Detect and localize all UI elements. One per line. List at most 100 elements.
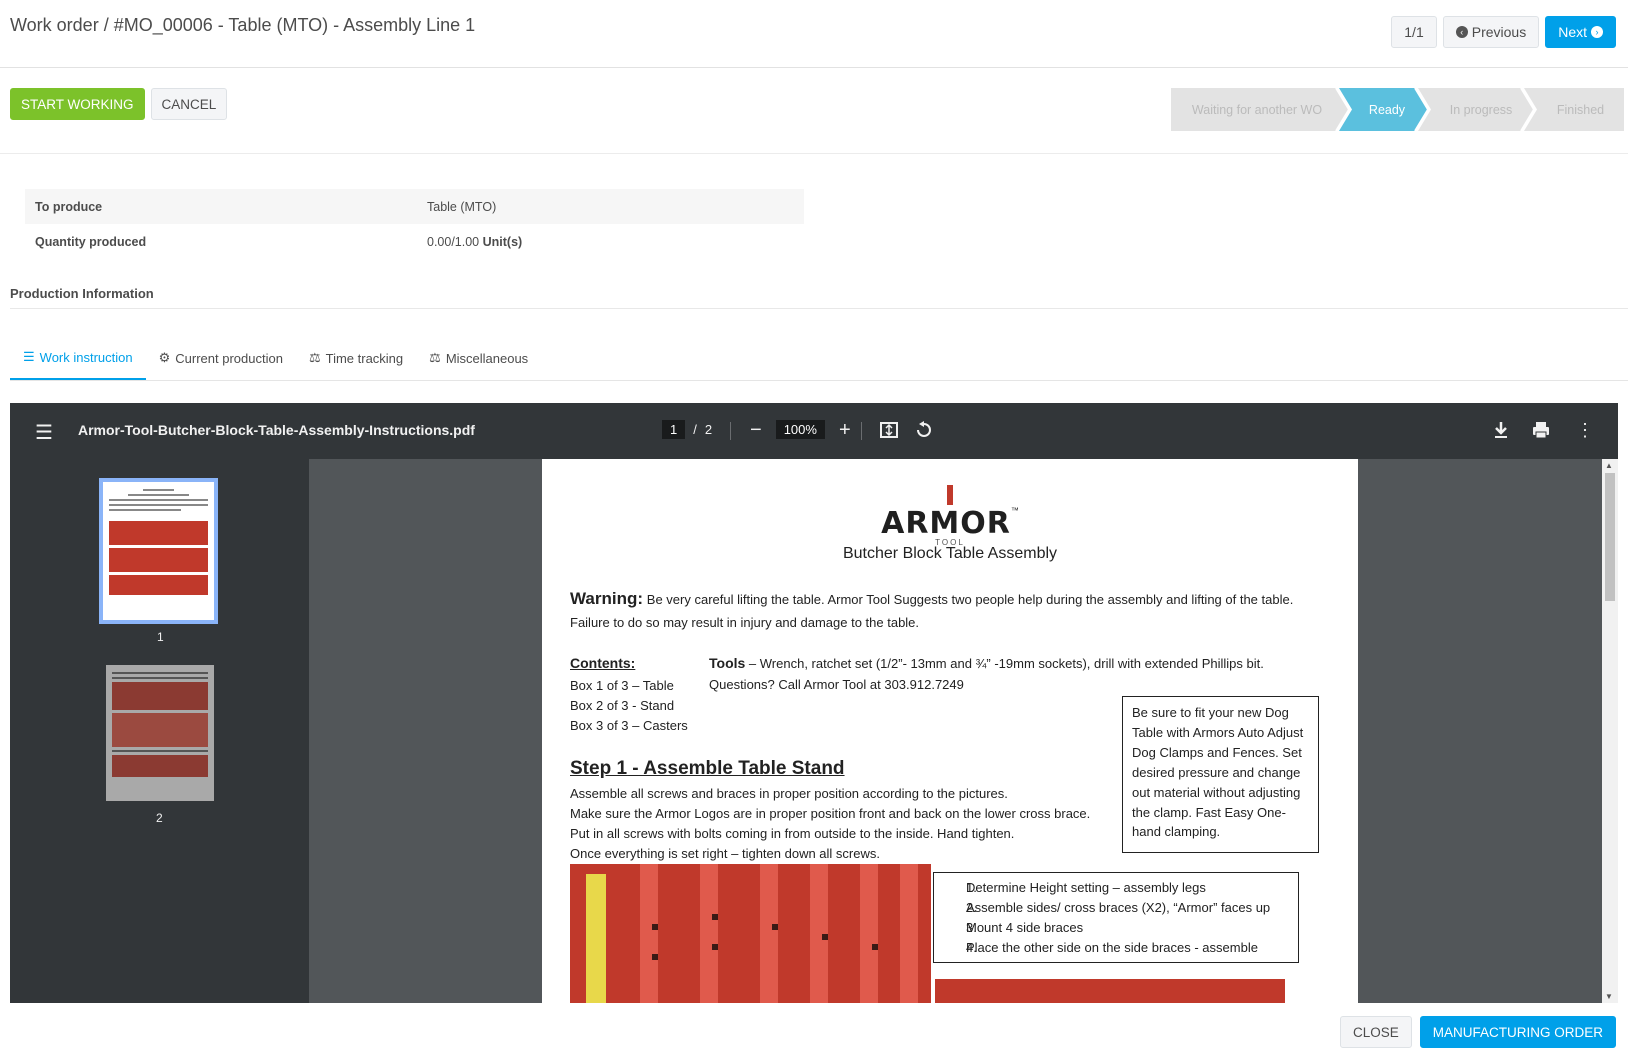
pdf-page: ARMOR™ TOOL Butcher Block Table Assembly…	[542, 459, 1358, 1003]
production-info-title: Production Information	[10, 286, 154, 301]
zoom-in-icon[interactable]: +	[839, 420, 851, 440]
info-row-quantity: Quantity produced 0.00/1.00 Unit(s)	[25, 224, 804, 259]
next-label: Next	[1558, 24, 1587, 40]
tab-label: Current production	[175, 350, 283, 366]
warning-line-1: Warning: Be very careful lifting the tab…	[570, 589, 1293, 609]
action-bar: START WORKING CANCEL Waiting for another…	[0, 68, 1628, 154]
tab-label: Time tracking	[325, 350, 404, 366]
total-pages: 2	[704, 422, 713, 437]
step1-list: 1.Determine Height setting – assembly le…	[933, 872, 1299, 963]
step1-list-item: 1.Determine Height setting – assembly le…	[966, 880, 1206, 895]
pdf-filename: Armor-Tool-Butcher-Block-Table-Assembly-…	[78, 422, 475, 438]
to-produce-value[interactable]: Table (MTO)	[427, 200, 804, 214]
thumbnail-label: 2	[156, 811, 163, 825]
thumbnail-label: 1	[157, 630, 164, 644]
previous-button[interactable]: ‹ Previous	[1442, 16, 1540, 48]
stage-ready[interactable]: Ready	[1351, 88, 1423, 131]
pager-count[interactable]: 1/1	[1391, 16, 1437, 48]
tab-current-production[interactable]: ⚙ Current production	[146, 336, 296, 380]
toolbar-divider	[861, 422, 862, 440]
tab-label: Work instruction	[39, 349, 133, 365]
step1-title: Step 1	[570, 758, 628, 779]
quantity-value: 0.00/1.00 Unit(s)	[427, 235, 804, 249]
next-button[interactable]: Next ›	[1545, 16, 1616, 48]
more-options-icon[interactable]: ⋮	[1576, 420, 1594, 441]
tabs: ☰ Work instruction ⚙ Current production …	[10, 336, 1628, 381]
cogs-icon: ⚙	[158, 350, 171, 365]
tools-label: Tools	[709, 655, 746, 671]
step1-list-item: 3.Mount 4 side braces	[966, 919, 1084, 935]
pdf-scrollbar[interactable]: ▲ ▼	[1602, 459, 1618, 1003]
zoom-level[interactable]: 100%	[775, 420, 825, 439]
step1-heading: Step 1 - Assemble Table Stand	[570, 758, 845, 780]
page-thumbnail-1[interactable]	[99, 478, 218, 624]
assembly-photo-2	[935, 979, 1285, 1003]
tab-miscellaneous[interactable]: ⚖ Miscellaneous	[416, 336, 541, 380]
logo-tm: ™	[1010, 506, 1019, 515]
stage-waiting[interactable]: Waiting for another WO	[1171, 88, 1343, 131]
rotate-icon[interactable]	[914, 420, 934, 445]
contents-item: Box 1 of 3 – Table	[570, 678, 674, 693]
tab-time-tracking[interactable]: ⚖ Time tracking	[296, 336, 416, 380]
work-order-page: Work order / #MO_00006 - Table (MTO) - A…	[0, 0, 1628, 1064]
doc-title: Butcher Block Table Assembly	[842, 545, 1058, 562]
breadcrumb[interactable]: Work order / #MO_00006 - Table (MTO) - A…	[10, 15, 475, 36]
manufacturing-order-button[interactable]: MANUFACTURING ORDER	[1419, 1016, 1616, 1048]
step1-list-item: 2.Assemble sides/ cross braces (X2), “Ar…	[966, 899, 1271, 915]
cancel-button[interactable]: CANCEL	[150, 88, 228, 120]
scroll-down-icon[interactable]: ▼	[1605, 992, 1613, 1001]
balance-scale-icon: ⚖	[308, 350, 321, 365]
footer: CLOSE MANUFACTURING ORDER	[0, 1003, 1628, 1064]
stage-in-progress[interactable]: In progress	[1433, 88, 1529, 131]
contents-item: Box 3 of 3 – Casters	[570, 718, 688, 733]
zoom-out-icon[interactable]: −	[750, 420, 762, 440]
header: Work order / #MO_00006 - Table (MTO) - A…	[0, 0, 1628, 68]
scroll-thumb[interactable]	[1605, 473, 1615, 601]
thumbnail-sidebar: 1 2	[10, 459, 309, 1003]
quantity-amount: 0.00/1.00	[427, 234, 480, 249]
status-bar: Waiting for another WO Ready In progress…	[1171, 88, 1624, 131]
zoom-controls: − 100% +	[750, 420, 851, 440]
tab-work-instruction[interactable]: ☰ Work instruction	[10, 336, 146, 380]
contents-label: Contents:	[570, 655, 636, 671]
step1-line: Put in all screws with bolts coming in f…	[570, 826, 1015, 841]
close-button[interactable]: CLOSE	[1339, 1016, 1412, 1048]
current-page-input[interactable]: 1	[662, 420, 686, 439]
step1-line: Assemble all screws and braces in proper…	[570, 786, 1008, 801]
armor-logo: ARMOR™ TOOL	[542, 485, 1358, 547]
toolbar-divider	[730, 422, 731, 440]
questions-line: Questions? Call Armor Tool at 303.912.72…	[709, 677, 964, 692]
note-box: Be sure to fit your new Dog Table with A…	[1122, 696, 1319, 853]
contents-item: Box 2 of 3 - Stand	[570, 698, 675, 713]
download-icon[interactable]	[1492, 420, 1510, 445]
page-indicator: 1 / 2	[662, 420, 712, 439]
info-table: To produce Table (MTO) Quantity produced…	[25, 189, 804, 259]
menu-icon[interactable]: ☰	[35, 420, 53, 445]
previous-label: Previous	[1471, 24, 1527, 40]
step1-line: Make sure the Armor Logos are in proper …	[570, 806, 1091, 821]
warning-line-2: Failure to do so may result in injury an…	[570, 615, 920, 630]
step1-list-item: 4.Place the other side on the side brace…	[966, 939, 1258, 955]
footer-actions: CLOSE MANUFACTURING ORDER	[1339, 1016, 1616, 1048]
scroll-up-icon[interactable]: ▲	[1605, 461, 1613, 470]
tab-label: Miscellaneous	[445, 350, 529, 366]
logo-mark	[947, 485, 953, 505]
stage-finished[interactable]: Finished	[1537, 88, 1624, 131]
assembly-photo	[570, 864, 931, 1003]
divider	[10, 308, 1628, 309]
print-icon[interactable]	[1531, 420, 1551, 445]
tools-line: Tools – Wrench, ratchet set (1/2”- 13mm …	[709, 655, 1264, 671]
page-separator: /	[693, 422, 697, 437]
chevron-right-icon: ›	[1591, 26, 1603, 38]
to-produce-label: To produce	[35, 199, 103, 214]
logo-text: ARMOR	[881, 506, 1011, 541]
fit-page-icon[interactable]	[879, 420, 899, 445]
page-thumbnail-2[interactable]	[106, 665, 214, 801]
pager: 1/1 ‹ Previous Next ›	[1391, 16, 1616, 48]
balance-scale-icon: ⚖	[429, 350, 441, 365]
quantity-unit: Unit(s)	[482, 234, 523, 249]
tools-text: – Wrench, ratchet set (1/2”- 13mm and ¾”…	[748, 656, 1264, 671]
warning-label: Warning:	[570, 589, 644, 608]
start-working-button[interactable]: START WORKING	[10, 88, 145, 120]
chevron-left-icon: ‹	[1455, 26, 1468, 38]
